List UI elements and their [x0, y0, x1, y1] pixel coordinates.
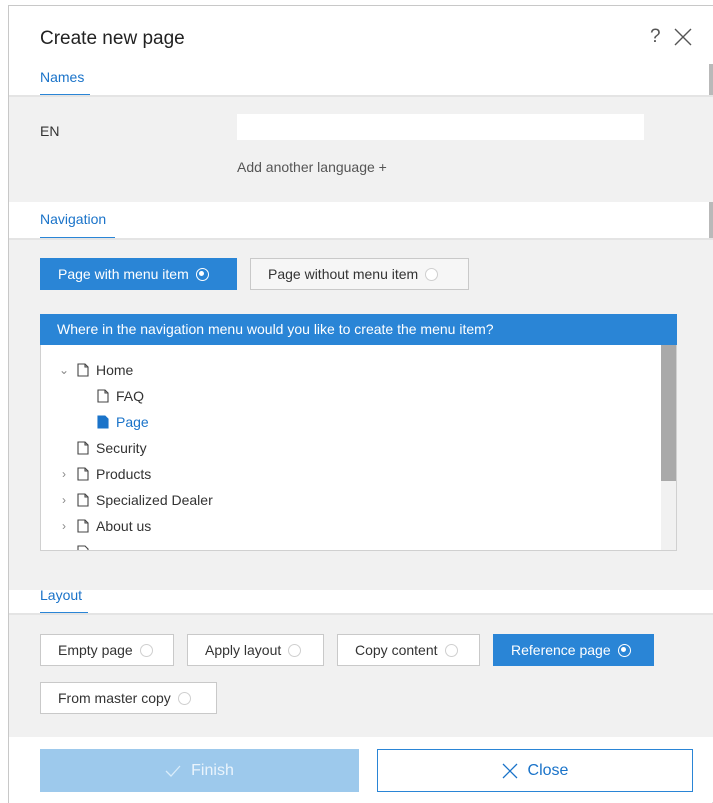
- option-label: Page with menu item: [58, 266, 189, 282]
- tree-item-about-us[interactable]: › About us: [57, 516, 151, 536]
- page-icon: [77, 363, 89, 377]
- page-icon: [97, 389, 109, 403]
- from-master-copy-option[interactable]: From master copy: [40, 682, 217, 714]
- tree-item-specialized-dealer[interactable]: › Specialized Dealer: [57, 490, 213, 510]
- empty-page-option[interactable]: Empty page: [40, 634, 174, 666]
- page-filled-icon: [97, 415, 109, 429]
- page-icon: [77, 545, 89, 550]
- radio-unselected-icon: [288, 643, 302, 657]
- tree-item-label: FAQ: [116, 388, 145, 404]
- help-button[interactable]: ?: [650, 26, 661, 48]
- names-panel: [9, 95, 713, 202]
- tree-item-partial: [77, 542, 96, 550]
- apply-layout-option[interactable]: Apply layout: [187, 634, 324, 666]
- close-label: Close: [527, 761, 569, 779]
- close-icon: [502, 763, 518, 778]
- page-icon: [77, 467, 89, 481]
- tree-item-label: Page: [116, 414, 149, 430]
- tree-item-page[interactable]: Page: [77, 412, 149, 432]
- add-language-link[interactable]: Add another language +: [237, 159, 387, 175]
- close-icon[interactable]: [673, 27, 693, 47]
- radio-selected-icon: [617, 643, 631, 657]
- page-icon: [77, 441, 89, 455]
- checkmark-icon: [165, 765, 181, 777]
- tree-item-label: Security: [96, 440, 147, 456]
- reference-page-option[interactable]: Reference page: [493, 634, 654, 666]
- option-label: Apply layout: [205, 642, 282, 658]
- page-without-menu-item-option[interactable]: Page without menu item: [250, 258, 469, 290]
- radio-unselected-icon: [177, 691, 191, 705]
- tree-item-faq[interactable]: FAQ: [77, 386, 144, 406]
- option-label: Empty page: [58, 642, 133, 658]
- option-label: Page without menu item: [268, 266, 419, 282]
- radio-unselected-icon: [444, 643, 458, 657]
- page-name-input[interactable]: [237, 114, 644, 140]
- tab-names[interactable]: Names: [40, 69, 84, 85]
- dialog-title: Create new page: [40, 28, 185, 49]
- radio-unselected-icon: [139, 643, 153, 657]
- chevron-down-icon[interactable]: ⌄: [57, 363, 71, 377]
- chevron-right-icon[interactable]: ›: [57, 493, 71, 507]
- tree-item-security[interactable]: Security: [57, 438, 147, 458]
- tree-item-label: About us: [96, 518, 152, 534]
- finish-button[interactable]: Finish: [40, 749, 359, 792]
- tree-item-products[interactable]: › Products: [57, 464, 151, 484]
- tree-prompt: Where in the navigation menu would you l…: [40, 314, 677, 345]
- copy-content-option[interactable]: Copy content: [337, 634, 480, 666]
- tab-navigation[interactable]: Navigation: [40, 211, 106, 227]
- radio-unselected-icon: [425, 267, 439, 281]
- resize-handle-icon[interactable]: [709, 796, 713, 803]
- option-label: Copy content: [355, 642, 438, 658]
- page-icon: [77, 493, 89, 507]
- tree-item-home[interactable]: ⌄ Home: [57, 360, 133, 380]
- close-button[interactable]: Close: [377, 749, 693, 792]
- radio-selected-icon: [195, 267, 209, 281]
- tree-scrollbar-thumb[interactable]: [661, 345, 676, 481]
- tree-scrollbar[interactable]: [661, 345, 676, 550]
- language-label: EN: [40, 123, 60, 139]
- finish-label: Finish: [191, 761, 234, 779]
- navigation-tree: ⌄ Home FAQ Page Security › Products › Sp…: [40, 345, 677, 551]
- layout-panel: [9, 613, 713, 737]
- tree-item-label: Specialized Dealer: [96, 492, 213, 508]
- page-icon: [77, 519, 89, 533]
- option-label: From master copy: [58, 690, 171, 706]
- chevron-right-icon[interactable]: ›: [57, 519, 71, 533]
- option-label: Reference page: [511, 642, 611, 658]
- chevron-right-icon[interactable]: ›: [57, 467, 71, 481]
- tree-item-label: Products: [96, 466, 152, 482]
- tab-layout[interactable]: Layout: [40, 587, 82, 603]
- tree-item-label: Home: [96, 362, 134, 378]
- create-page-dialog: Create new page ? Names EN Add another l…: [8, 5, 713, 803]
- page-with-menu-item-option[interactable]: Page with menu item: [40, 258, 237, 290]
